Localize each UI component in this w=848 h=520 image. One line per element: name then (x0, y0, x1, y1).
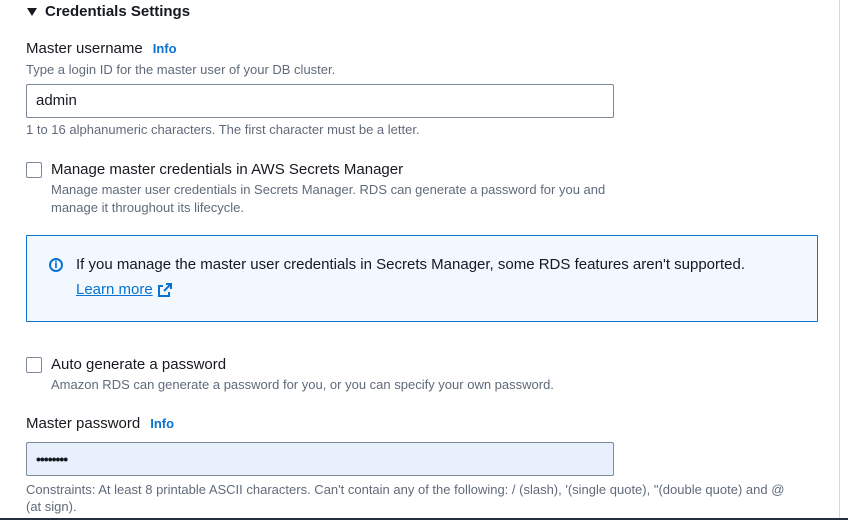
secrets-manager-checkbox[interactable] (26, 162, 42, 178)
password-info-link[interactable]: Info (150, 416, 174, 431)
container-border (839, 0, 840, 520)
password-label-row: Master password Info (26, 415, 174, 432)
caret-down-icon (27, 7, 37, 16)
alert-text: If you manage the master user credential… (76, 256, 746, 273)
master-username-label: Master username (26, 40, 143, 57)
password-constraint-2: (at sign). (26, 499, 77, 514)
master-password-input[interactable]: •••••••• (26, 442, 614, 476)
username-constraint: 1 to 16 alphanumeric characters. The fir… (26, 122, 420, 137)
external-link-icon (157, 282, 172, 297)
username-info-link[interactable]: Info (153, 41, 177, 56)
credentials-settings-panel: Credentials Settings Master username Inf… (0, 0, 848, 520)
master-username-value: admin (36, 92, 77, 109)
secrets-manager-info-alert: i If you manage the master user credenti… (26, 235, 818, 322)
password-constraint-1: Constraints: At least 8 printable ASCII … (26, 482, 785, 497)
auto-generate-checkbox[interactable] (26, 357, 42, 373)
secrets-manager-description-2: manage it throughout its lifecycle. (51, 200, 244, 215)
learn-more-link[interactable]: Learn more (76, 281, 173, 298)
secrets-manager-description-1: Manage master user credentials in Secret… (51, 182, 606, 197)
learn-more-label[interactable]: Learn more (76, 281, 153, 298)
master-password-value: •••••••• (36, 451, 68, 467)
section-title: Credentials Settings (45, 2, 191, 20)
master-password-label: Master password (26, 415, 141, 432)
secrets-manager-label[interactable]: Manage master credentials in AWS Secrets… (51, 160, 403, 180)
username-label-row: Master username Info (26, 40, 177, 57)
master-username-input[interactable]: admin (26, 84, 614, 118)
auto-generate-option[interactable]: Auto generate a password (26, 355, 226, 375)
auto-generate-description: Amazon RDS can generate a password for y… (51, 377, 554, 392)
username-description: Type a login ID for the master user of y… (26, 62, 336, 77)
info-circle-icon: i (49, 258, 63, 272)
credentials-settings-header[interactable]: Credentials Settings (27, 0, 190, 22)
auto-generate-label[interactable]: Auto generate a password (51, 355, 226, 375)
secrets-manager-option[interactable]: Manage master credentials in AWS Secrets… (26, 160, 403, 180)
